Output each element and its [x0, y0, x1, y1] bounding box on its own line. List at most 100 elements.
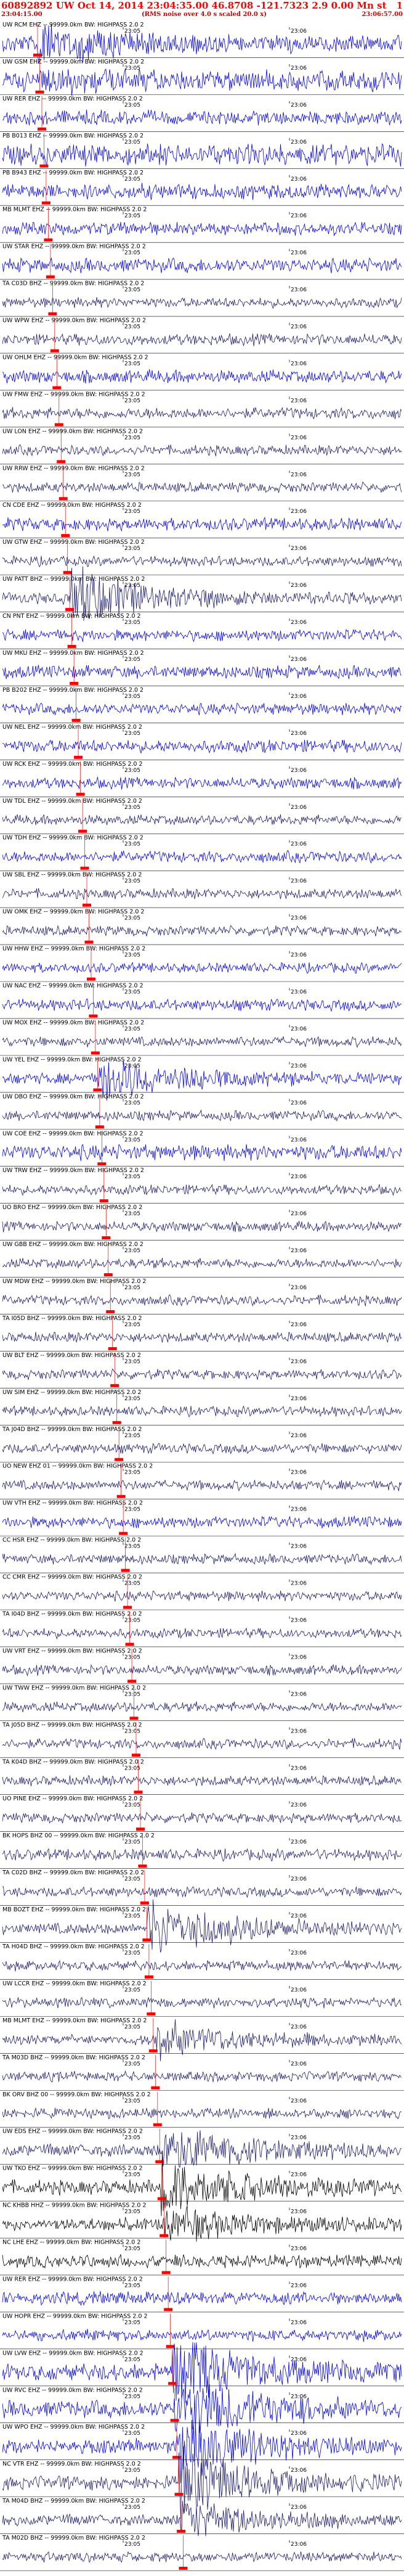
waveform-trace [2, 925, 402, 937]
time-tick-label: 23:06 [291, 361, 307, 367]
time-tick-label: 23:06 [291, 1691, 307, 1697]
trace-label: UW YEL EHZ -- 99999.0km BW: HIGHPASS 2.0… [2, 1056, 142, 1063]
waveform-trace [2, 2205, 402, 2242]
waveform-trace [2, 1959, 402, 1972]
trace-label: UW BLT EHZ -- 99999.0km BW: HIGHPASS 2.0… [2, 1352, 141, 1359]
waveform-trace [2, 2446, 402, 2519]
time-tick-label: 23:05 [124, 65, 140, 72]
trace-label: UW HHW EHZ -- 99999.0km BW: HIGHPASS 2.0… [2, 946, 145, 953]
time-tick-label: 23:05 [124, 2024, 140, 2030]
time-tick-label: 23:06 [291, 1839, 307, 1845]
time-tick-label: 23:05 [124, 1581, 140, 1587]
time-tick-label: 23:05 [124, 1285, 140, 1291]
time-tick-label: 23:05 [124, 2504, 140, 2511]
waveform-trace [2, 1109, 402, 1122]
waveform-trace [2, 2107, 402, 2120]
time-tick-label: 23:06 [291, 989, 307, 995]
time-tick-label: 23:05 [124, 1026, 140, 1032]
waveform-trace [2, 702, 402, 716]
time-tick-label: 23:06 [291, 2283, 307, 2289]
time-tick-label: 23:05 [124, 324, 140, 330]
trace-label: PB B013 EHZ -- 99999.0km BW: HIGHPASS 2.… [2, 133, 143, 139]
trace-label: UW TDH EHZ -- 99999.0km BW: HIGHPASS 2.0… [2, 835, 143, 842]
trace-label: UW MDW EHZ -- 99999.0km BW: HIGHPASS 2.0… [2, 1278, 146, 1285]
trace-label: NC LHE EHZ -- 99999.0km BW: HIGHPASS 2.0… [2, 2239, 140, 2246]
time-tick-label: 23:06 [291, 1063, 307, 1069]
time-tick-label: 23:05 [124, 731, 140, 737]
time-tick-label: 23:06 [291, 731, 307, 737]
time-tick-label: 23:06 [291, 250, 307, 256]
time-tick-label: 23:05 [124, 1359, 140, 1365]
time-tick-label: 23:06 [291, 139, 307, 146]
waveform-trace [2, 24, 402, 63]
waveform-trace [2, 2291, 402, 2306]
trace-label: UW RCM EHZ -- 99999.0km BW: HIGHPASS 2.0… [2, 22, 144, 28]
trace-label: TA M02D BHZ -- 99999.0km BW: HIGHPASS 2.… [2, 2535, 145, 2541]
trace-label: PB B943 EHZ -- 99999.0km BW: HIGHPASS 2.… [2, 170, 143, 176]
trace-label: UW TRW EHZ -- 99999.0km BW: HIGHPASS 2.0… [2, 1167, 144, 1174]
time-tick-label: 23:06 [291, 1359, 307, 1365]
trace-label: CC CMR EHZ -- 99999.0km BW: HIGHPASS 2.0… [2, 1574, 142, 1581]
time-tick-label: 23:06 [291, 657, 307, 663]
time-tick-label: 23:05 [124, 1322, 140, 1328]
time-tick-label: 23:05 [124, 1137, 140, 1143]
trace-label: UW HOPR EHZ -- 99999.0km BW: HIGHPASS 2.… [2, 2313, 148, 2320]
time-tick-label: 23:06 [291, 1100, 307, 1106]
time-tick-label: 23:05 [124, 1987, 140, 1993]
trace-label: UW LVW EHZ -- 99999.0km BW: HIGHPASS 2.0… [2, 2350, 143, 2357]
time-tick-label: 23:06 [291, 1211, 307, 1217]
waveform-trace [2, 407, 402, 420]
waveform-trace [2, 1294, 402, 1306]
waveform-trace [2, 221, 402, 236]
time-tick-label: 23:06 [291, 2024, 307, 2030]
time-tick-label: 23:05 [124, 139, 140, 146]
waveform-trace [2, 369, 402, 384]
waveform-trace [2, 814, 402, 826]
trace-label: UW GBB EHZ -- 99999.0km BW: HIGHPASS 2.0… [2, 1241, 143, 1248]
time-tick-label: 23:06 [291, 2135, 307, 2141]
time-tick-label: 23:05 [124, 1618, 140, 1624]
time-tick-label: 23:05 [124, 1728, 140, 1734]
waveform-trace [2, 1737, 402, 1750]
waveform-trace [2, 1368, 402, 1380]
waveform-trace [2, 1144, 402, 1162]
time-tick-label: 23:05 [124, 1100, 140, 1106]
time-tick-label: 23:06 [291, 1174, 307, 1180]
waveform-trace [2, 1553, 402, 1565]
waveform-trace [2, 109, 402, 126]
time-tick-label: 23:05 [124, 2357, 140, 2363]
time-tick-label: 23:06 [291, 435, 307, 441]
time-tick-label: 23:05 [124, 1211, 140, 1217]
time-tick-label: 23:06 [291, 2541, 307, 2548]
trace-label: UW COE EHZ -- 99999.0km BW: HIGHPASS 2.0… [2, 1130, 143, 1137]
waveform-trace [2, 143, 402, 167]
time-tick-label: 23:05 [124, 953, 140, 959]
waveform-trace [2, 1774, 402, 1786]
time-tick-label: 23:06 [291, 176, 307, 183]
time-tick-label: 23:06 [291, 1654, 307, 1660]
waveform-trace [2, 481, 402, 493]
trace-label: UW RER EHZ -- 99999.0km BW: HIGHPASS 2.0… [2, 2276, 143, 2283]
trace-label: UW EDS EHZ -- 99999.0km BW: HIGHPASS 2.0… [2, 2128, 143, 2135]
waveform-trace [2, 1331, 402, 1343]
time-tick-label: 23:05 [124, 1839, 140, 1845]
time-tick-label: 23:05 [124, 1654, 140, 1660]
time-tick-label: 23:05 [124, 176, 140, 183]
waveform-trace [2, 1627, 402, 1640]
trace-label: UW TWW EHZ -- 99999.0km BW: HIGHPASS 2.0… [2, 1684, 146, 1691]
trace-label: UW SIM EHZ -- 99999.0km BW: HIGHPASS 2.0… [2, 1389, 142, 1396]
time-tick-label: 23:06 [291, 1728, 307, 1734]
trace-label: UW TKO EHZ -- 99999.0km BW: HIGHPASS 2.0… [2, 2165, 143, 2172]
time-tick-label: 23:05 [124, 805, 140, 811]
waveform-trace [2, 1590, 402, 1602]
time-tick-label: 23:06 [291, 2467, 307, 2474]
time-tick-label: 23:05 [124, 768, 140, 774]
trace-label: TA M03D BHZ -- 99999.0km BW: HIGHPASS 2.… [2, 2054, 145, 2061]
trace-label: MB BOZT EHZ -- 99999.0km BW: HIGHPASS 2.… [2, 1906, 146, 1913]
time-tick-label: 23:06 [291, 28, 307, 35]
waveform-trace [2, 1036, 402, 1048]
time-tick-label: 23:06 [291, 546, 307, 552]
time-tick-label: 23:06 [291, 1765, 307, 1771]
trace-label: UW NAC EHZ -- 99999.0km BW: HIGHPASS 2.0… [2, 982, 143, 989]
time-tick-label: 23:06 [291, 2172, 307, 2178]
